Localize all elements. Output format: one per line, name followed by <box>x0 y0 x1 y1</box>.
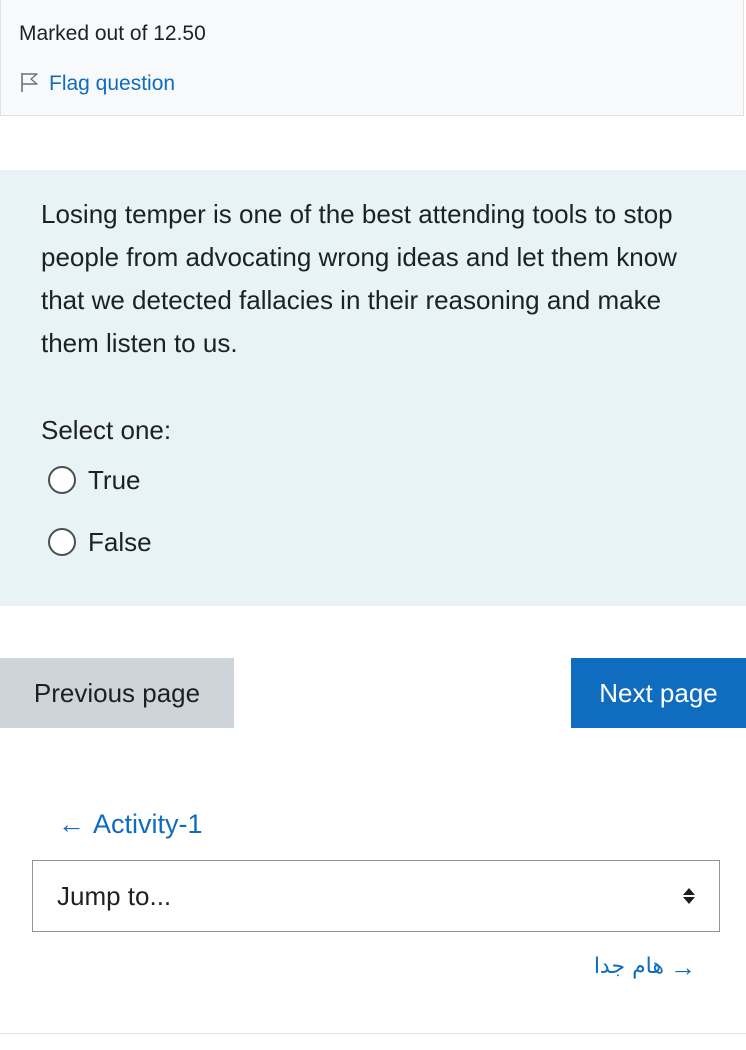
flag-icon <box>19 71 49 98</box>
radio-false[interactable] <box>48 528 76 556</box>
option-false-label[interactable]: False <box>88 524 152 560</box>
select-one-prompt: Select one: <box>41 415 172 445</box>
radio-true[interactable] <box>48 466 76 494</box>
next-activity-label[interactable]: هام جدا <box>594 950 664 984</box>
previous-activity-label[interactable]: Activity-1 <box>93 806 203 842</box>
question-text: Losing temper is one of the best attendi… <box>41 199 677 358</box>
flag-question-label[interactable]: Flag question <box>49 70 175 98</box>
marked-out-of: Marked out of 12.50 <box>19 22 206 45</box>
left-arrow-icon: ← <box>58 809 85 839</box>
select-updown-icon <box>683 888 695 904</box>
right-arrow-icon: → <box>670 952 696 982</box>
option-true-label[interactable]: True <box>88 462 141 498</box>
next-activity-link[interactable]: هام جدا → <box>570 950 696 984</box>
option-true[interactable]: True <box>48 462 141 498</box>
footer-divider <box>0 1033 746 1034</box>
question-info-box <box>0 0 744 116</box>
flag-question-link[interactable]: Flag question <box>19 70 175 98</box>
jump-to-select[interactable]: Jump to... <box>32 860 720 932</box>
next-page-button[interactable]: Next page <box>571 658 746 728</box>
option-false[interactable]: False <box>48 524 152 560</box>
previous-page-button[interactable]: Previous page <box>0 658 234 728</box>
jump-to-value: Jump to... <box>57 880 172 911</box>
previous-activity-link[interactable]: ← Activity-1 <box>58 806 203 842</box>
